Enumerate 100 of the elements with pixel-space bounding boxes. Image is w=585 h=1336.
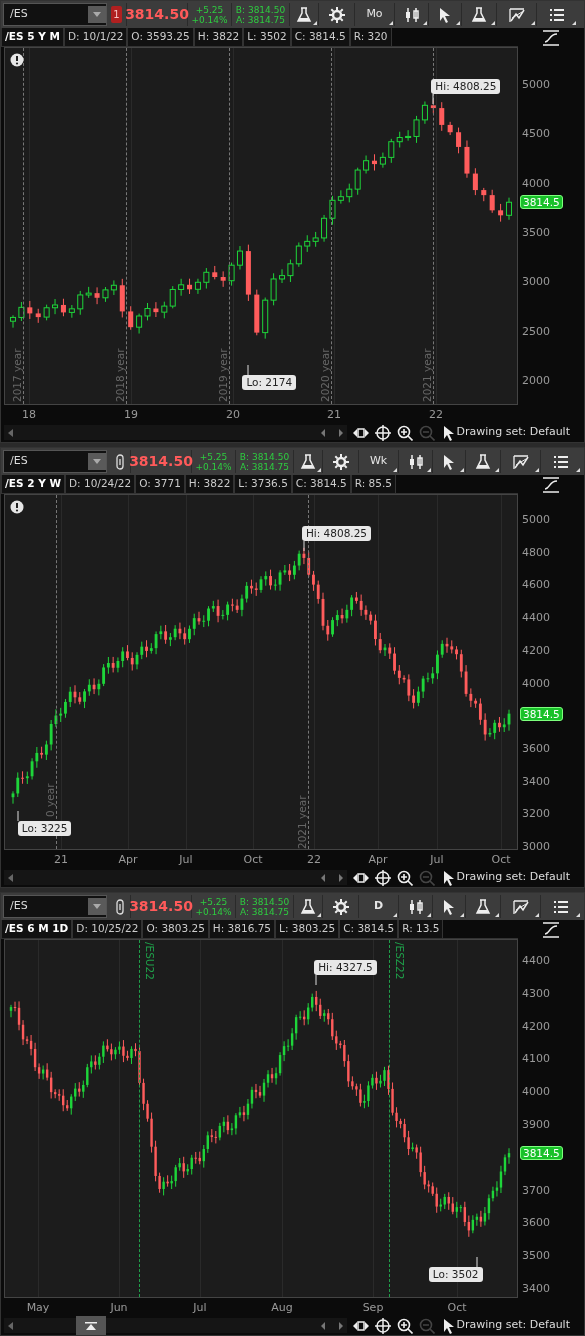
collapse-button[interactable] [76, 1316, 106, 1335]
leader-line [475, 1256, 478, 1267]
crosshair-icon[interactable] [374, 424, 391, 441]
y-axis-label: 4200 [522, 1020, 550, 1033]
x-axis-label: Aug [271, 1300, 293, 1316]
settings-icon [331, 452, 350, 471]
leader-line [247, 364, 250, 375]
x-axis-label: 21 [327, 407, 341, 423]
scrollbar-track[interactable] [4, 870, 347, 885]
x-axis-label: Jul [179, 852, 193, 868]
marker-label: /ESZ22 [392, 942, 407, 980]
scroll-arrows-icon[interactable] [320, 1321, 343, 1330]
leader-line [16, 811, 19, 822]
scroll-left-icon[interactable] [8, 873, 13, 882]
net-change: +5.25 [199, 451, 228, 462]
y-axis-label: 4400 [522, 612, 550, 625]
ohlc-value: R: 320 [349, 28, 392, 47]
x-axis-label: Jul [193, 1300, 207, 1316]
dropdown-caret-icon[interactable] [93, 459, 101, 464]
ohlc-value: C: 3814.5 [290, 28, 350, 47]
x-axis-label: May [26, 1300, 50, 1316]
y-axis-label: 3200 [522, 808, 550, 821]
ohlc-value: L: 3803.25 [275, 920, 340, 939]
ohlc-value: C: 3814.5 [339, 920, 399, 939]
low-callout: Lo: 2174 [242, 374, 297, 390]
y-axis-label: 3500 [522, 1250, 550, 1263]
high-callout: Hi: 4808.25 [301, 526, 372, 542]
x-axis-label: 22 [429, 407, 443, 423]
ohlc-value: O: 3593.25 [127, 28, 194, 47]
flask-icon [299, 452, 317, 471]
y-axis-label: 3600 [522, 742, 550, 755]
net-change: +5.25 [199, 896, 228, 907]
marker-label: 0 year [43, 783, 57, 817]
crosshair-icon[interactable] [374, 869, 391, 886]
flask-icon [295, 5, 313, 24]
drawing-set-label[interactable]: Drawing set: Default [456, 424, 570, 441]
last-price-marker: 3814.5 [520, 195, 563, 210]
link-group-badge[interactable]: 1 [111, 6, 122, 23]
flask-icon [299, 897, 317, 916]
percent-change: +0.14% [195, 461, 232, 472]
flask-icon [474, 897, 492, 916]
zoom-in-icon[interactable] [396, 424, 413, 441]
ask-price: A: 3814.75 [239, 906, 290, 917]
chain-link-icon[interactable] [116, 898, 124, 915]
percent-change: +0.14% [191, 14, 228, 25]
y-axis-label: 3000 [522, 276, 550, 289]
last-price: 3814.50 [130, 895, 192, 918]
y-axis-label: 2000 [522, 375, 550, 387]
chart-title: /ES 2 Y W [1, 475, 66, 494]
leader-line [315, 974, 318, 985]
y-axis-label: 4000 [522, 1086, 550, 1099]
x-axis-label: Apr [118, 852, 138, 868]
dropdown-caret-icon[interactable] [93, 904, 101, 909]
drawing-set-label[interactable]: Drawing set: Default [456, 869, 570, 886]
settings-icon [327, 5, 346, 24]
x-axis-label: Apr [368, 852, 388, 868]
x-axis-label: 20 [226, 407, 240, 423]
flask-icon [470, 5, 488, 24]
scrollbar-track[interactable] [4, 425, 347, 440]
ohlc-value: D: 10/1/22 [63, 28, 128, 47]
scroll-arrows-icon[interactable] [320, 428, 343, 437]
leader-line [432, 93, 435, 104]
ohlc-value: C: 3814.5 [291, 475, 351, 494]
ohlc-value: D: 10/25/22 [72, 920, 143, 939]
drawing-tools-icon [507, 5, 526, 24]
chain-link-icon[interactable] [116, 453, 124, 470]
x-axis-label: 22 [307, 852, 321, 868]
drawing-set-label[interactable]: Drawing set: Default [456, 1317, 570, 1334]
x-axis-label: Jul [430, 852, 444, 868]
x-axis-label: Oct [447, 1300, 467, 1316]
high-callout: Hi: 4808.25 [431, 78, 501, 94]
scrollbar-track[interactable] [4, 1318, 347, 1333]
ohlc-value: O: 3771 [135, 475, 185, 494]
last-price-marker: 3814.5 [520, 1145, 563, 1160]
marker-label: 2019 year [216, 348, 230, 402]
symbol-dropdown[interactable]: /ES [3, 895, 107, 918]
zoom-in-icon[interactable] [396, 869, 413, 886]
scroll-left-icon[interactable] [8, 1321, 13, 1330]
y-axis-label: 3500 [522, 227, 550, 239]
crosshair-icon[interactable] [374, 1317, 391, 1334]
bid-price: B: 3814.50 [239, 451, 290, 462]
chart-title: /ES 5 Y M [1, 28, 64, 47]
collapse-icon [85, 1320, 97, 1331]
price-scale-icon[interactable] [542, 476, 560, 493]
zoom-in-icon[interactable] [396, 1317, 413, 1334]
scroll-left-icon[interactable] [8, 428, 13, 437]
y-axis-label: 3400 [522, 1283, 550, 1295]
low-callout: Lo: 3225 [17, 821, 72, 837]
symbol-dropdown[interactable]: /ES [3, 450, 107, 473]
price-scale-icon[interactable] [542, 921, 560, 938]
ohlc-value: H: 3816.75 [208, 920, 276, 939]
x-axis-label: Oct [491, 852, 511, 868]
price-scale-icon[interactable] [542, 29, 560, 46]
y-axis-label: 3600 [522, 1217, 550, 1230]
ohlc-value: L: 3502 [243, 28, 291, 47]
dropdown-caret-icon[interactable] [93, 12, 101, 17]
scroll-arrows-icon[interactable] [320, 873, 343, 882]
marker-label: 2020 year [318, 348, 332, 402]
symbol-dropdown[interactable]: /ES [3, 3, 107, 26]
net-change: +5.25 [195, 4, 224, 15]
